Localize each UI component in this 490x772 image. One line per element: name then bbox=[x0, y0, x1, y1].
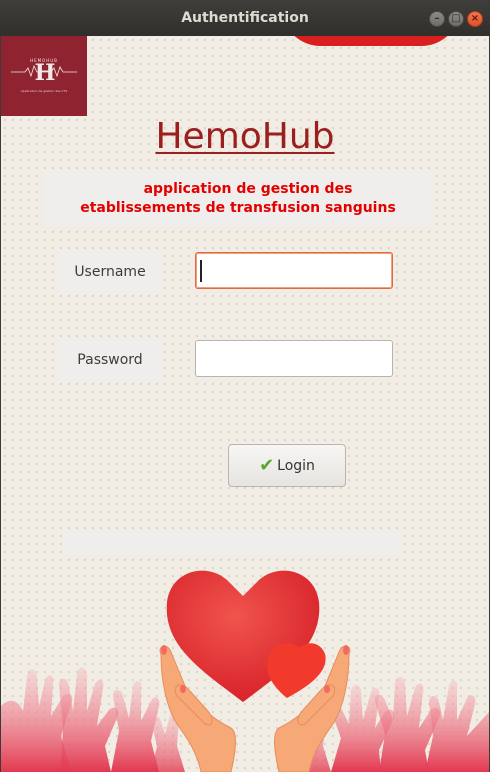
small-heart-icon bbox=[267, 643, 326, 698]
login-panel: HEMOHUB H Application de gestion des CTS… bbox=[1, 36, 489, 772]
username-label: Username bbox=[58, 250, 162, 294]
close-button[interactable]: × bbox=[467, 11, 483, 27]
maximize-button[interactable]: □ bbox=[448, 11, 464, 27]
login-button-label: Login bbox=[277, 457, 315, 474]
login-button[interactable]: ✔ Login bbox=[228, 444, 346, 487]
check-icon: ✔ bbox=[259, 454, 275, 476]
minimize-button[interactable]: – bbox=[429, 11, 445, 27]
password-label: Password bbox=[58, 338, 162, 382]
app-title: HemoHub bbox=[155, 116, 335, 157]
username-input[interactable] bbox=[195, 252, 393, 289]
app-subtitle: application de gestion des etablissement… bbox=[43, 170, 433, 226]
decorative-arc bbox=[281, 36, 461, 46]
hemohub-logo: HEMOHUB H Application de gestion des CTS bbox=[1, 36, 87, 116]
window-titlebar[interactable]: Authentification – □ × bbox=[0, 0, 490, 36]
subtitle-line-1: application de gestion des bbox=[143, 181, 353, 197]
password-input[interactable] bbox=[195, 340, 393, 377]
logo-tagline: Application de gestion des CTS bbox=[20, 89, 68, 93]
window-title: Authentification bbox=[181, 10, 309, 26]
status-strip bbox=[63, 530, 401, 554]
logo-monogram: H bbox=[34, 60, 56, 86]
subtitle-line-2: etablissements de transfusion sanguins bbox=[80, 200, 396, 216]
text-caret bbox=[200, 260, 202, 282]
